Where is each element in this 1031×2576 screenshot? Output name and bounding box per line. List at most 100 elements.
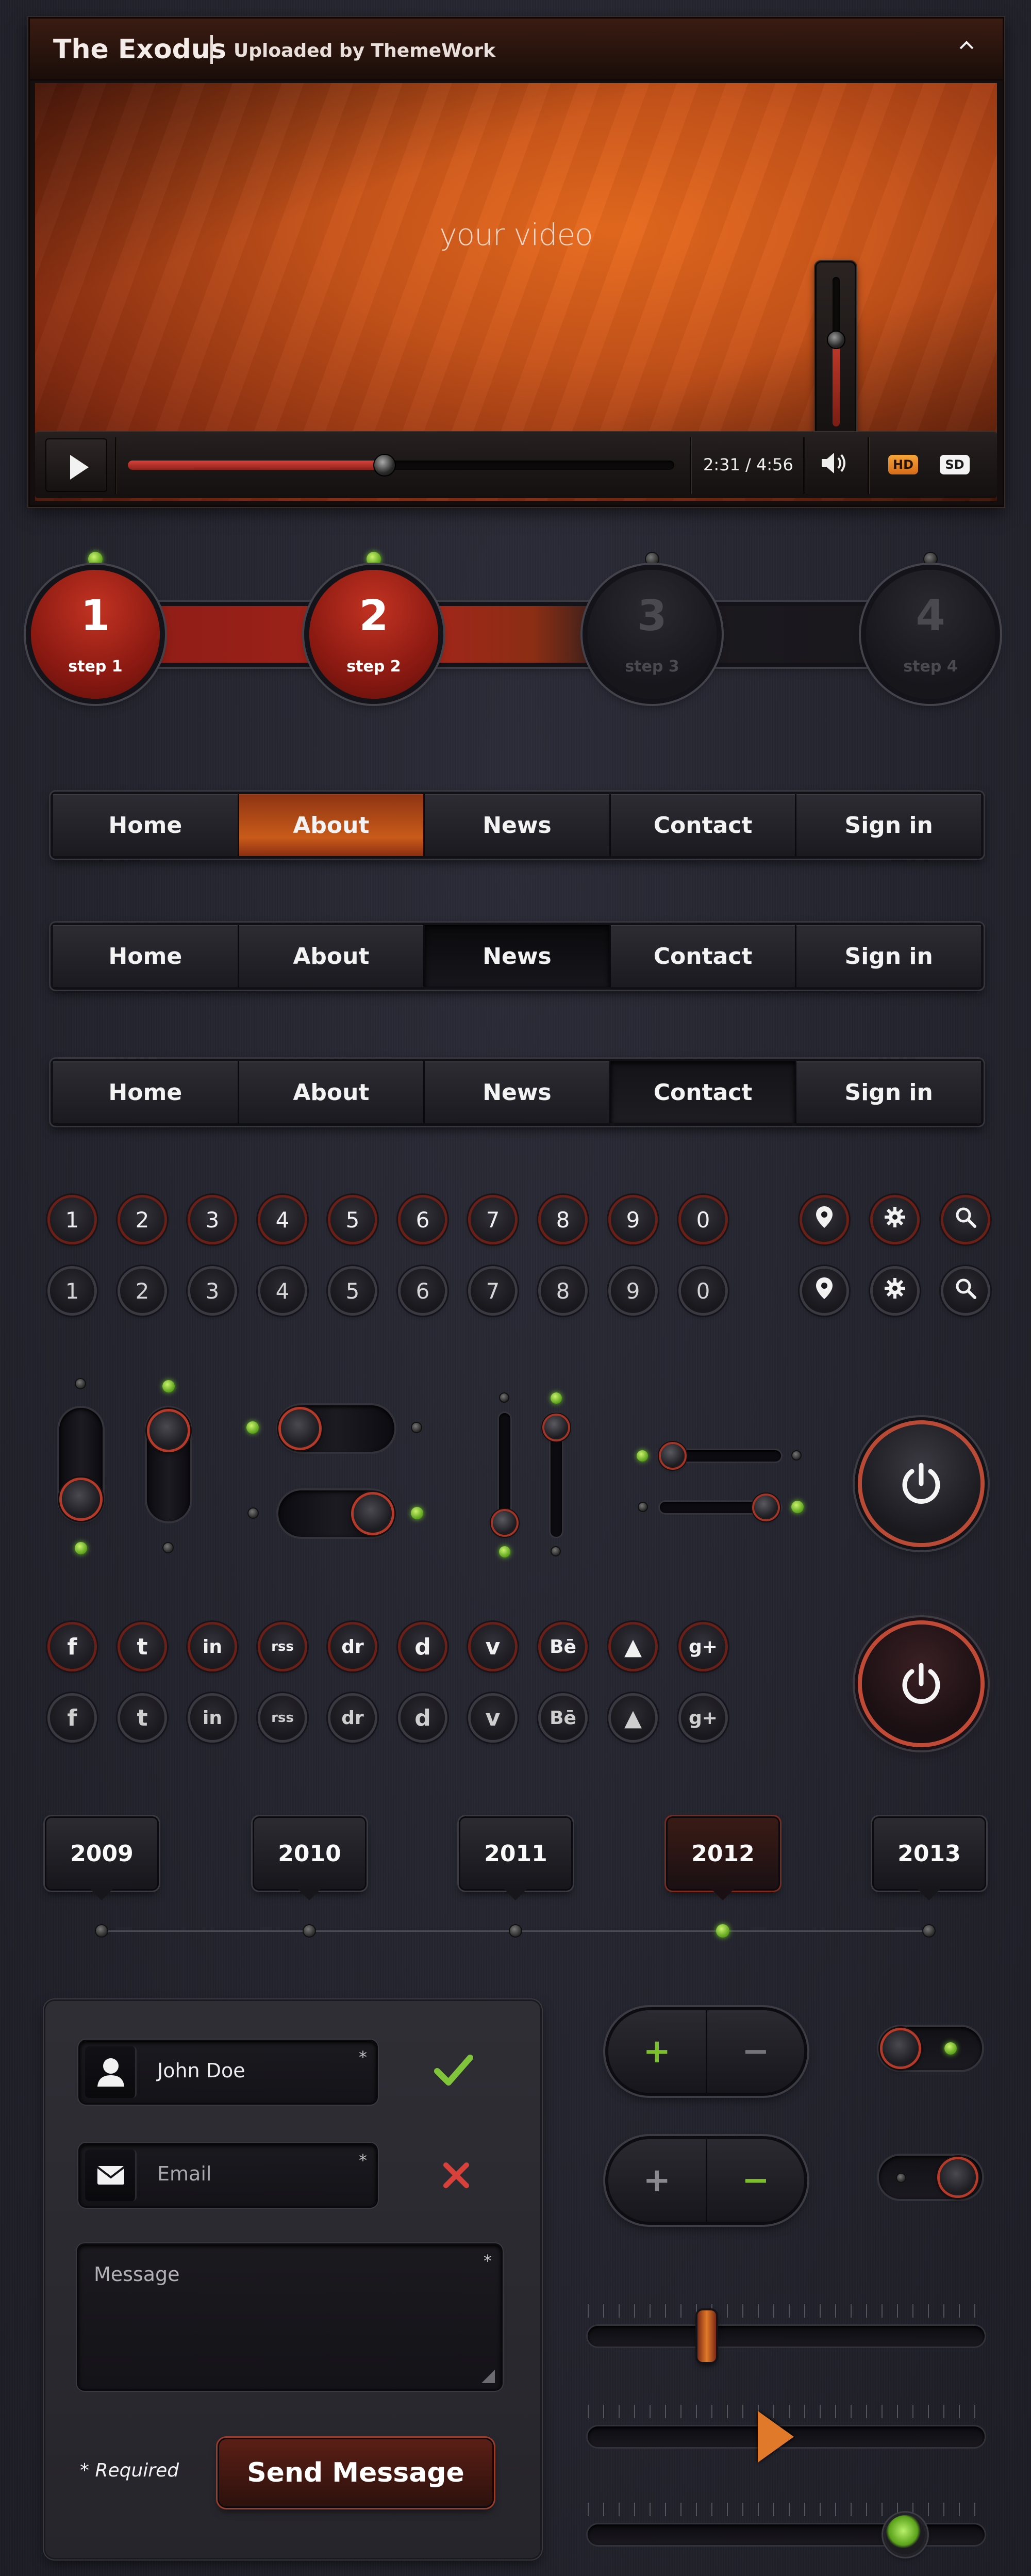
timeline-year-2012[interactable]: 2012	[668, 1818, 778, 1889]
behance-button[interactable]: Bē	[541, 1696, 585, 1740]
nav-item-news[interactable]: News	[425, 794, 611, 856]
number-button-9[interactable]: 9	[611, 1269, 655, 1313]
nav-item-about[interactable]: About	[239, 925, 425, 987]
nav-item-news[interactable]: News	[425, 925, 611, 987]
step-4[interactable]: 4 step 4	[866, 570, 995, 699]
linkedin-button[interactable]: in	[190, 1625, 235, 1669]
plus-button[interactable]: +	[608, 2139, 706, 2222]
minus-button[interactable]: −	[705, 2010, 805, 2093]
nav-item-home[interactable]: Home	[53, 925, 239, 987]
power-button-1[interactable]	[862, 1424, 980, 1543]
map-pin-button[interactable]	[802, 1269, 846, 1313]
slider-handle[interactable]	[886, 2515, 925, 2554]
slider-knob[interactable]	[754, 1496, 778, 1519]
nav-item-sign-in[interactable]: Sign in	[796, 794, 981, 856]
minus-button[interactable]: −	[705, 2139, 805, 2222]
googleplus-button[interactable]: g+	[681, 1625, 725, 1669]
forrst-button[interactable]: ▲	[611, 1696, 655, 1740]
number-button-2[interactable]: 2	[120, 1269, 164, 1313]
nav-item-sign-in[interactable]: Sign in	[796, 1061, 981, 1123]
number-button-3[interactable]: 3	[190, 1269, 235, 1313]
forrst-button[interactable]: ▲	[611, 1625, 655, 1669]
number-button-8[interactable]: 8	[541, 1269, 585, 1313]
step-1[interactable]: 1 step 1	[31, 570, 160, 699]
toggle-knob[interactable]	[149, 1412, 188, 1450]
facebook-button[interactable]: f	[50, 1696, 94, 1740]
range-slider-1[interactable]	[588, 2326, 985, 2347]
rss-button[interactable]: rss	[260, 1625, 305, 1669]
slider-knob[interactable]	[661, 1444, 685, 1468]
number-button-6[interactable]: 6	[401, 1197, 445, 1242]
timeline-dot[interactable]	[303, 1924, 316, 1938]
vimeo-button[interactable]: v	[471, 1625, 515, 1669]
sd-button[interactable]: SD	[940, 455, 970, 474]
timeline-dot[interactable]	[922, 1924, 936, 1938]
nav-item-contact[interactable]: Contact	[610, 794, 797, 856]
number-button-1[interactable]: 1	[50, 1269, 94, 1313]
nav-item-contact[interactable]: Contact	[610, 1061, 797, 1123]
message-textarea[interactable]: Message *	[78, 2245, 501, 2389]
switch-knob[interactable]	[940, 2159, 976, 2195]
number-button-8[interactable]: 8	[541, 1197, 585, 1242]
toggle-knob[interactable]	[62, 1480, 100, 1518]
nav-item-contact[interactable]: Contact	[610, 925, 797, 987]
number-button-2[interactable]: 2	[120, 1197, 164, 1242]
search-button[interactable]	[943, 1197, 988, 1242]
number-button-3[interactable]: 3	[190, 1197, 235, 1242]
number-button-0[interactable]: 0	[681, 1197, 725, 1242]
slider-handle[interactable]	[697, 2310, 716, 2362]
search-button[interactable]	[943, 1269, 988, 1313]
nav-item-news[interactable]: News	[425, 1061, 611, 1123]
twitter-button[interactable]: t	[120, 1696, 164, 1740]
hd-button[interactable]: HD	[888, 455, 918, 474]
number-button-9[interactable]: 9	[611, 1197, 655, 1242]
speaker-icon[interactable]	[819, 449, 850, 484]
behance-button[interactable]: Bē	[541, 1625, 585, 1669]
number-button-1[interactable]: 1	[50, 1197, 94, 1242]
power-button-2[interactable]	[862, 1625, 980, 1743]
step-3[interactable]: 3 step 3	[588, 570, 717, 699]
map-pin-button[interactable]	[802, 1197, 846, 1242]
slider-knob[interactable]	[544, 1416, 568, 1439]
toggle-knob[interactable]	[354, 1495, 392, 1533]
number-button-6[interactable]: 6	[401, 1269, 445, 1313]
twitter-button[interactable]: t	[120, 1625, 164, 1669]
email-field[interactable]: Email *	[80, 2144, 376, 2206]
chevron-up-icon[interactable]	[951, 33, 982, 62]
seek-knob[interactable]	[373, 454, 396, 477]
number-button-5[interactable]: 5	[330, 1197, 375, 1242]
gear-button[interactable]	[873, 1197, 917, 1242]
number-button-4[interactable]: 4	[260, 1269, 305, 1313]
plus-button[interactable]: +	[608, 2010, 706, 2093]
timeline-year-2009[interactable]: 2009	[46, 1818, 157, 1889]
slider-knob[interactable]	[493, 1511, 517, 1535]
gear-button[interactable]	[873, 1269, 917, 1313]
dribbble-button[interactable]: dr	[330, 1625, 375, 1669]
volume-knob[interactable]	[827, 330, 845, 349]
dribbble-button[interactable]: dr	[330, 1696, 375, 1740]
rss-button[interactable]: rss	[260, 1696, 305, 1740]
timeline-year-2011[interactable]: 2011	[460, 1818, 571, 1889]
range-slider-3[interactable]	[588, 2524, 985, 2545]
timeline-dot[interactable]	[95, 1924, 108, 1938]
googleplus-button[interactable]: g+	[681, 1696, 725, 1740]
name-field[interactable]: John Doe *	[80, 2041, 376, 2103]
timeline-dot[interactable]	[716, 1924, 729, 1938]
timeline-year-2010[interactable]: 2010	[254, 1818, 365, 1889]
nav-item-about[interactable]: About	[239, 794, 425, 856]
switch-knob[interactable]	[883, 2030, 919, 2066]
facebook-button[interactable]: f	[50, 1625, 94, 1669]
nav-item-home[interactable]: Home	[53, 794, 239, 856]
nav-item-about[interactable]: About	[239, 1061, 425, 1123]
nav-item-home[interactable]: Home	[53, 1061, 239, 1123]
linkedin-button[interactable]: in	[190, 1696, 235, 1740]
digg-button[interactable]: d	[401, 1696, 445, 1740]
vimeo-button[interactable]: v	[471, 1696, 515, 1740]
step-2[interactable]: 2 step 2	[309, 570, 438, 699]
send-message-button[interactable]: Send Message	[219, 2439, 492, 2506]
number-button-0[interactable]: 0	[681, 1269, 725, 1313]
resize-handle[interactable]	[481, 2370, 495, 2383]
number-button-5[interactable]: 5	[330, 1269, 375, 1313]
timeline-year-2013[interactable]: 2013	[874, 1818, 985, 1889]
number-button-7[interactable]: 7	[471, 1269, 515, 1313]
